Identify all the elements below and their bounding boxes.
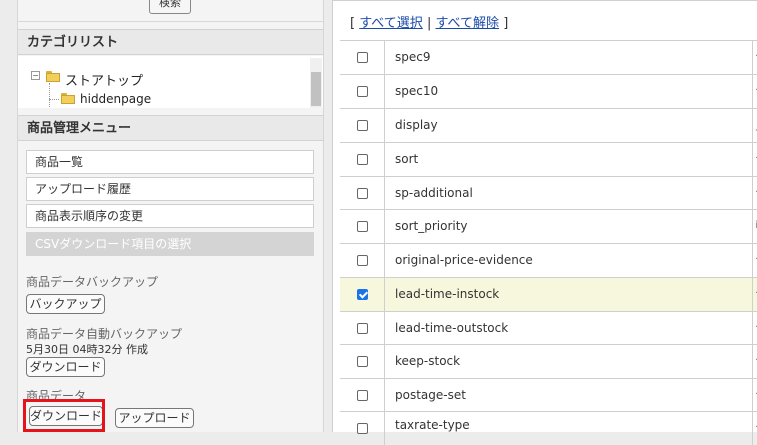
checkbox-cell xyxy=(340,244,385,277)
field-name: spec9 xyxy=(385,41,753,74)
field-name: lead-time-outstock xyxy=(385,312,753,345)
separator: | xyxy=(426,16,432,31)
product-menu-header: 商品管理メニュー xyxy=(18,115,323,141)
field-name: postage-set xyxy=(385,379,753,412)
table-row[interactable]: postage-set · xyxy=(340,378,757,412)
field-name: lead-time-instock xyxy=(385,278,753,311)
field-checkbox[interactable] xyxy=(357,120,368,131)
tree-connector xyxy=(49,99,59,100)
field-checkbox[interactable] xyxy=(357,323,368,334)
field-name: taxrate-type xyxy=(385,412,753,445)
checkbox-cell xyxy=(340,143,385,176)
field-checkbox[interactable] xyxy=(357,423,368,434)
tree-connector xyxy=(49,83,50,107)
scrollbar-thumb[interactable] xyxy=(311,72,321,106)
field-name: sp-additional xyxy=(385,177,753,210)
checkbox-cell xyxy=(340,177,385,210)
category-tree-scrollbar[interactable] xyxy=(310,58,322,108)
tree-item-hiddenpage[interactable]: hiddenpage xyxy=(80,92,151,106)
field-name: sort xyxy=(385,143,753,176)
divider xyxy=(333,0,757,1)
table-row[interactable]: display ﾉ xyxy=(340,108,757,142)
table-row[interactable]: spec9 · xyxy=(340,40,757,74)
tree-item-store-top[interactable]: ストアトップ xyxy=(65,70,143,89)
folder-icon xyxy=(61,93,75,104)
field-name: sort_priority xyxy=(385,210,753,243)
category-list-header: カテゴリリスト xyxy=(18,29,323,55)
backup-button[interactable]: バックアップ xyxy=(26,294,105,314)
field-checkbox[interactable] xyxy=(357,188,368,199)
checkbox-cell xyxy=(340,345,385,378)
auto-backup-download-button[interactable]: ダウンロード xyxy=(26,357,105,377)
checkbox-cell xyxy=(340,278,385,311)
checkbox-cell xyxy=(340,312,385,345)
table-row[interactable]: sort · xyxy=(340,142,757,176)
table-row[interactable]: sort_priority i xyxy=(340,209,757,243)
field-checkbox-checked[interactable] xyxy=(357,289,368,300)
bracket-open: [ xyxy=(350,16,356,31)
table-row[interactable]: keep-stock · xyxy=(340,344,757,378)
divider xyxy=(18,21,323,22)
collapse-icon[interactable]: − xyxy=(31,71,40,80)
checkbox-cell xyxy=(340,109,385,142)
search-button[interactable]: 検索 xyxy=(149,0,191,14)
select-all-link[interactable]: すべて選択 xyxy=(359,16,423,31)
csv-field-panel: [ すべて選択 | すべて解除 ] spec9 · spec10 · displ… xyxy=(332,0,757,445)
field-name: display xyxy=(385,109,753,142)
table-row[interactable]: sp-additional · xyxy=(340,176,757,210)
table-row[interactable]: lead-time-outstock · xyxy=(340,311,757,345)
field-checkbox[interactable] xyxy=(357,221,368,232)
table-row[interactable]: spec10 · xyxy=(340,74,757,108)
field-name: keep-stock xyxy=(385,345,753,378)
backup-label: 商品データバックアップ xyxy=(26,275,159,289)
table-row[interactable]: taxrate-type · xyxy=(340,411,757,445)
menu-item-display-order[interactable]: 商品表示順序の変更 xyxy=(26,204,314,228)
menu-item-product-list[interactable]: 商品一覧 xyxy=(26,150,314,174)
field-checkbox[interactable] xyxy=(357,52,368,63)
folder-icon xyxy=(46,71,60,82)
field-checkbox[interactable] xyxy=(357,154,368,165)
field-checkbox[interactable] xyxy=(357,255,368,266)
field-checkbox[interactable] xyxy=(357,86,368,97)
table-row[interactable]: original-price-evidence · xyxy=(340,243,757,277)
auto-backup-label: 商品データ自動バックアップ xyxy=(26,327,183,341)
highlight-box xyxy=(23,399,105,432)
checkbox-cell xyxy=(340,379,385,412)
checkbox-cell xyxy=(340,75,385,108)
auto-backup-timestamp: 5月30日 04時32分 作成 xyxy=(26,343,148,356)
product-data-upload-button[interactable]: アップロード xyxy=(115,408,194,428)
checkbox-cell xyxy=(340,41,385,74)
deselect-all-link[interactable]: すべて解除 xyxy=(435,16,499,31)
left-sidebar: 検索 カテゴリリスト − ストアトップ hiddenpage 商品管理メニュー … xyxy=(17,0,324,432)
menu-item-csv-download-selection[interactable]: CSVダウンロード項目の選択 xyxy=(26,232,314,256)
field-checkbox[interactable] xyxy=(357,356,368,367)
checkbox-cell xyxy=(340,412,385,445)
field-name: spec10 xyxy=(385,75,753,108)
field-checkbox[interactable] xyxy=(357,390,368,401)
field-name: original-price-evidence xyxy=(385,244,753,277)
select-toolbar: [ すべて選択 | すべて解除 ] xyxy=(350,12,508,31)
menu-item-upload-history[interactable]: アップロード履歴 xyxy=(26,177,314,201)
checkbox-cell xyxy=(340,210,385,243)
table-row-selected[interactable]: lead-time-instock · xyxy=(340,277,757,311)
bracket-close: ] xyxy=(503,16,509,31)
